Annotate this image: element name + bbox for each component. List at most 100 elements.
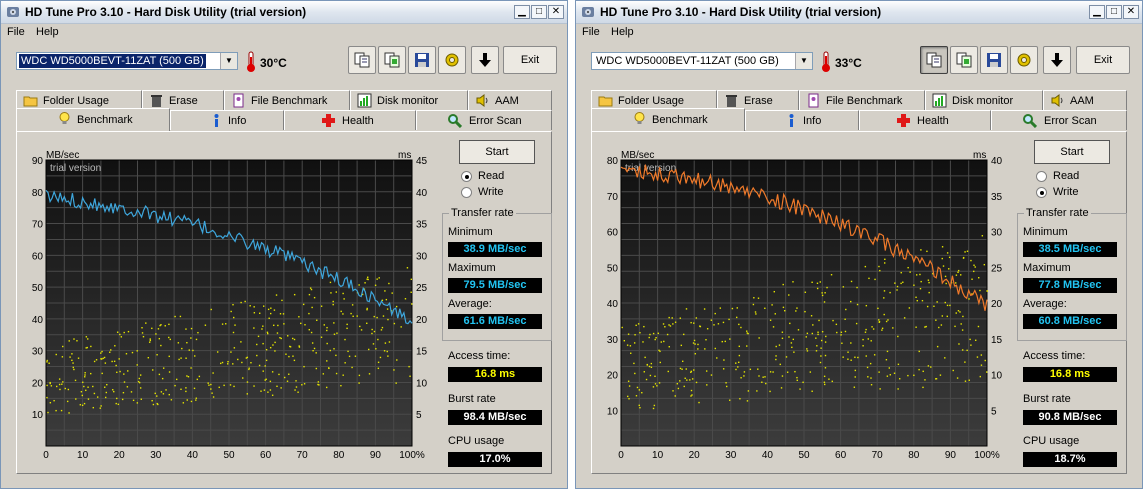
start-button[interactable]: Start [1034, 140, 1110, 164]
write-radio[interactable]: Write [1036, 186, 1126, 200]
menu-file[interactable]: File [7, 26, 25, 38]
tab-folder-usage[interactable]: Folder Usage [16, 90, 142, 110]
access-time-point [267, 391, 269, 393]
exit-button[interactable]: Exit [1076, 46, 1130, 74]
folder-icon [598, 96, 613, 107]
download-button[interactable] [471, 46, 499, 74]
access-time-point [872, 328, 875, 330]
save-button[interactable] [980, 46, 1008, 74]
access-time-point [185, 328, 187, 330]
access-time-point [74, 379, 77, 382]
access-time-point [878, 265, 880, 268]
access-time-point [263, 389, 266, 391]
minimize-button[interactable]: ▁ [1089, 5, 1105, 19]
tab-benchmark[interactable]: Benchmark [16, 108, 170, 131]
menu-help[interactable]: Help [36, 26, 59, 38]
copy-screenshot-button[interactable] [950, 46, 978, 74]
access-time-point [855, 322, 858, 325]
title-bar[interactable]: HD Tune Pro 3.10 - Hard Disk Utility (tr… [576, 1, 1142, 24]
menu-help[interactable]: Help [611, 26, 634, 38]
access-time-point [816, 282, 819, 284]
access-time-point [378, 277, 380, 279]
minimize-button[interactable]: ▁ [514, 5, 530, 19]
tab-file-benchmark[interactable]: File Benchmark [224, 90, 350, 110]
access-time-point [782, 283, 784, 286]
tab-aam[interactable]: AAM [1043, 90, 1127, 110]
read-radio[interactable]: Read [461, 170, 551, 184]
tab-aam[interactable]: AAM [468, 90, 552, 110]
burst-rate-label: Burst rate [448, 393, 496, 405]
burst-rate-label: Burst rate [1023, 393, 1071, 405]
tab-info[interactable]: Info [170, 110, 284, 130]
access-time-point [755, 313, 757, 315]
copy-info-button[interactable] [920, 46, 948, 74]
tab-erase[interactable]: Erase [717, 90, 799, 110]
close-button[interactable]: ✕ [1123, 5, 1139, 19]
tab-health[interactable]: Health [859, 110, 991, 130]
access-time-point [832, 319, 834, 322]
x-tick-label: 80 [333, 450, 345, 461]
minimum-label: Minimum [448, 226, 493, 238]
access-time-point [948, 256, 951, 259]
tab-info[interactable]: Info [745, 110, 859, 130]
access-time-point [82, 381, 84, 384]
right-tick-label: 5 [416, 410, 422, 421]
chevron-down-icon[interactable]: ▼ [795, 53, 812, 69]
access-time-point [174, 384, 176, 387]
access-time-point [264, 365, 266, 367]
save-button[interactable] [408, 46, 436, 74]
title-bar[interactable]: HD Tune Pro 3.10 - Hard Disk Utility (tr… [1, 1, 567, 24]
access-time-point [87, 338, 89, 340]
menu-bar: File Help [576, 24, 1142, 42]
access-time-point [372, 343, 375, 345]
access-time-point [368, 348, 370, 351]
tab-erase[interactable]: Erase [142, 90, 224, 110]
access-time-point [400, 326, 402, 328]
access-time-point [276, 332, 279, 334]
maximize-button[interactable]: □ [531, 5, 547, 19]
access-time-point [881, 327, 884, 330]
write-radio[interactable]: Write [461, 186, 551, 200]
close-button[interactable]: ✕ [548, 5, 564, 19]
access-time-point [373, 330, 376, 333]
access-time-point [83, 385, 85, 388]
access-time-point [120, 336, 123, 338]
tab-health[interactable]: Health [284, 110, 416, 130]
drive-select[interactable]: WDC WD5000BEVT-11ZAT (500 GB) ▼ [591, 52, 813, 70]
gear-icon [1017, 53, 1031, 67]
access-time-point [335, 354, 337, 357]
access-time-point [46, 396, 48, 399]
tab-disk-monitor[interactable]: Disk monitor [350, 90, 468, 110]
access-time-point [835, 323, 838, 326]
menu-file[interactable]: File [582, 26, 600, 38]
tab-file-benchmark[interactable]: File Benchmark [799, 90, 925, 110]
drive-select[interactable]: WDC WD5000BEVT-11ZAT (500 GB) ▼ [16, 52, 238, 70]
access-time-point [119, 333, 121, 336]
access-time-point [396, 359, 398, 361]
tab-error-scan[interactable]: Error Scan [416, 110, 552, 130]
download-button[interactable] [1043, 46, 1071, 74]
options-button[interactable] [1010, 46, 1038, 74]
tab-disk-monitor[interactable]: Disk monitor [925, 90, 1043, 110]
access-time-point [975, 339, 977, 341]
tab-benchmark[interactable]: Benchmark [591, 108, 745, 131]
access-time-point [928, 281, 930, 284]
access-time-point [672, 390, 674, 392]
access-time-point [310, 331, 313, 334]
tab-label: Disk monitor [377, 95, 439, 107]
access-time-point [142, 335, 145, 338]
exit-button[interactable]: Exit [503, 46, 557, 74]
access-time-point [824, 341, 827, 343]
copy-info-button[interactable] [348, 46, 376, 74]
access-time-point [633, 362, 635, 365]
start-button[interactable]: Start [459, 140, 535, 164]
tab-error-scan[interactable]: Error Scan [991, 110, 1127, 130]
x-tick-label: 40 [762, 450, 774, 461]
copy-screenshot-button[interactable] [378, 46, 406, 74]
average-value: 61.6 MB/sec [448, 314, 542, 329]
maximize-button[interactable]: □ [1106, 5, 1122, 19]
chevron-down-icon[interactable]: ▼ [220, 53, 237, 69]
options-button[interactable] [438, 46, 466, 74]
read-radio[interactable]: Read [1036, 170, 1126, 184]
tab-folder-usage[interactable]: Folder Usage [591, 90, 717, 110]
